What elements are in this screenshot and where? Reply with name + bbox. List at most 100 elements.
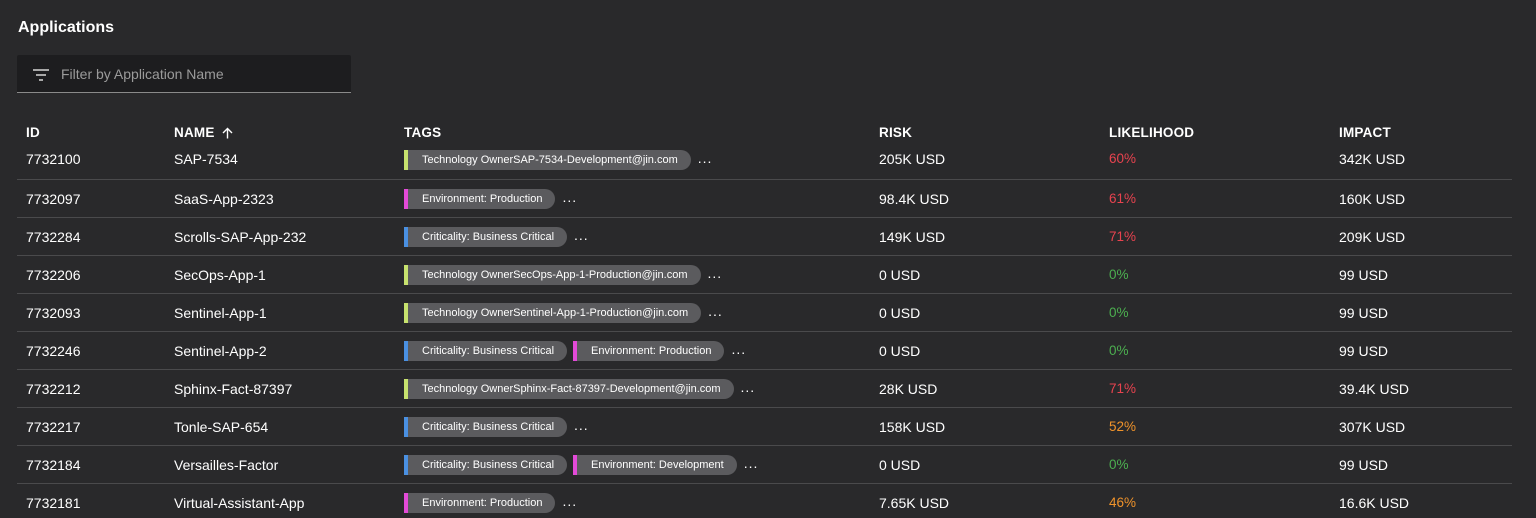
cell-likelihood: 0% bbox=[1109, 457, 1129, 472]
column-header-label: LIKELIHOOD bbox=[1109, 125, 1195, 140]
cell-impact: 307K USD bbox=[1339, 419, 1406, 435]
cell-name: Virtual-Assistant-App bbox=[174, 495, 305, 511]
more-tags-indicator[interactable]: ... bbox=[698, 151, 713, 165]
table-row[interactable]: 7732181 Virtual-Assistant-App Environment:… bbox=[17, 484, 1512, 518]
filter-input[interactable] bbox=[61, 55, 341, 93]
applications-table: ID NAME TAGS RISK LIKELIHOOD IMPACT 7732… bbox=[17, 122, 1512, 518]
tag-chip[interactable]: Environment: Development bbox=[573, 455, 737, 475]
tag-color-bar bbox=[404, 303, 408, 323]
filter-icon bbox=[33, 69, 49, 81]
cell-tags: Technology OwnerSecOps-App-1-Production@… bbox=[404, 265, 722, 285]
cell-tags: Technology OwnerSAP-7534-Development@jin… bbox=[404, 150, 712, 170]
tag-label: Technology OwnerSentinel-App-1-Productio… bbox=[422, 307, 689, 319]
cell-id: 7732284 bbox=[26, 229, 81, 245]
more-tags-indicator[interactable]: ... bbox=[562, 190, 577, 204]
tag-color-bar bbox=[404, 493, 408, 513]
table-row[interactable]: 7732100 SAP-7534 Technology OwnerSAP-7534-… bbox=[17, 141, 1512, 180]
more-tags-indicator[interactable]: ... bbox=[574, 228, 589, 242]
tag-chip[interactable]: Technology OwnerSentinel-App-1-Productio… bbox=[404, 303, 702, 323]
tag-label: Criticality: Business Critical bbox=[422, 459, 555, 471]
more-tags-indicator[interactable]: ... bbox=[744, 456, 759, 470]
tag-label: Criticality: Business Critical bbox=[422, 421, 555, 433]
table-row[interactable]: 7732097 SaaS-App-2323 Environment: Product… bbox=[17, 180, 1512, 218]
tag-chip[interactable]: Technology OwnerSecOps-App-1-Production@… bbox=[404, 265, 701, 285]
filter-field[interactable] bbox=[17, 55, 351, 93]
cell-likelihood: 46% bbox=[1109, 495, 1137, 510]
table-row[interactable]: 7732284 Scrolls-SAP-App-232 Criticality: B… bbox=[17, 218, 1512, 256]
column-header-likelihood[interactable]: LIKELIHOOD bbox=[1109, 125, 1194, 140]
column-header-label: TAGS bbox=[404, 125, 442, 140]
tag-label: Criticality: Business Critical bbox=[422, 345, 555, 357]
cell-name: SaaS-App-2323 bbox=[174, 191, 274, 207]
more-tags-indicator[interactable]: ... bbox=[708, 266, 723, 280]
tag-chip[interactable]: Environment: Production bbox=[573, 341, 725, 361]
cell-likelihood: 60% bbox=[1109, 151, 1137, 166]
cell-impact: 342K USD bbox=[1339, 151, 1406, 167]
tag-chip[interactable]: Technology OwnerSphinx-Fact-87397-Develo… bbox=[404, 379, 734, 399]
cell-id: 7732100 bbox=[26, 151, 81, 167]
cell-tags: Environment: Production... bbox=[404, 189, 577, 209]
table-row[interactable]: 7732184 Versailles-Factor Criticality: Bus… bbox=[17, 446, 1512, 484]
cell-risk: 0 USD bbox=[879, 343, 921, 359]
table-row[interactable]: 7732206 SecOps-App-1 Technology OwnerSecOp… bbox=[17, 256, 1512, 294]
tag-chip[interactable]: Criticality: Business Critical bbox=[404, 341, 568, 361]
cell-name: Sentinel-App-2 bbox=[174, 343, 267, 359]
cell-tags: Technology OwnerSentinel-App-1-Productio… bbox=[404, 303, 723, 323]
tag-color-bar bbox=[404, 417, 408, 437]
column-header-tags[interactable]: TAGS bbox=[404, 125, 441, 140]
tag-label: Environment: Production bbox=[591, 345, 712, 357]
cell-id: 7732181 bbox=[26, 495, 81, 511]
tag-label: Criticality: Business Critical bbox=[422, 231, 555, 243]
arrow-up-icon bbox=[222, 127, 233, 138]
cell-impact: 99 USD bbox=[1339, 343, 1389, 359]
tag-chip[interactable]: Criticality: Business Critical bbox=[404, 455, 568, 475]
cell-id: 7732217 bbox=[26, 419, 81, 435]
tag-color-bar bbox=[573, 341, 578, 361]
more-tags-indicator[interactable]: ... bbox=[708, 304, 723, 318]
tag-color-bar bbox=[404, 189, 408, 209]
more-tags-indicator[interactable]: ... bbox=[731, 342, 746, 356]
more-tags-indicator[interactable]: ... bbox=[562, 494, 577, 508]
cell-likelihood: 61% bbox=[1109, 191, 1137, 206]
cell-risk: 0 USD bbox=[879, 267, 921, 283]
cell-risk: 0 USD bbox=[879, 305, 921, 321]
cell-id: 7732093 bbox=[26, 305, 81, 321]
table-header: ID NAME TAGS RISK LIKELIHOOD IMPACT bbox=[17, 122, 1512, 143]
column-header-name[interactable]: NAME bbox=[174, 125, 233, 140]
table-row[interactable]: 7732246 Sentinel-App-2 Criticality: Busine… bbox=[17, 332, 1512, 370]
tag-chip[interactable]: Criticality: Business Critical bbox=[404, 417, 568, 437]
cell-name: Sentinel-App-1 bbox=[174, 305, 267, 321]
cell-likelihood: 0% bbox=[1109, 305, 1129, 320]
column-header-id[interactable]: ID bbox=[26, 125, 40, 140]
column-header-label: ID bbox=[26, 125, 40, 140]
tag-color-bar bbox=[404, 455, 408, 475]
cell-tags: Criticality: Business Critical Environmen… bbox=[404, 455, 758, 475]
tag-chip[interactable]: Criticality: Business Critical bbox=[404, 227, 568, 247]
more-tags-indicator[interactable]: ... bbox=[741, 380, 756, 394]
column-header-impact[interactable]: IMPACT bbox=[1339, 125, 1391, 140]
table-body: 7732100 SAP-7534 Technology OwnerSAP-7534-… bbox=[17, 141, 1512, 518]
more-tags-indicator[interactable]: ... bbox=[574, 418, 589, 432]
cell-id: 7732212 bbox=[26, 381, 81, 397]
cell-risk: 28K USD bbox=[879, 381, 938, 397]
table-row[interactable]: 7732093 Sentinel-App-1 Technology OwnerSen… bbox=[17, 294, 1512, 332]
cell-risk: 205K USD bbox=[879, 151, 946, 167]
cell-impact: 16.6K USD bbox=[1339, 495, 1410, 511]
tag-label: Technology OwnerSAP-7534-Development@jin… bbox=[422, 154, 678, 166]
cell-impact: 209K USD bbox=[1339, 229, 1406, 245]
table-row[interactable]: 7732212 Sphinx-Fact-87397 Technology Owner… bbox=[17, 370, 1512, 408]
cell-risk: 158K USD bbox=[879, 419, 946, 435]
tag-label: Technology OwnerSecOps-App-1-Production@… bbox=[422, 269, 688, 281]
tag-color-bar bbox=[404, 379, 408, 399]
cell-impact: 160K USD bbox=[1339, 191, 1406, 207]
table-row[interactable]: 7732217 Tonle-SAP-654 Criticality: Busines… bbox=[17, 408, 1512, 446]
cell-name: SecOps-App-1 bbox=[174, 267, 266, 283]
tag-chip[interactable]: Environment: Production bbox=[404, 189, 556, 209]
cell-likelihood: 71% bbox=[1109, 229, 1137, 244]
cell-tags: Criticality: Business Critical Environmen… bbox=[404, 341, 746, 361]
cell-risk: 0 USD bbox=[879, 457, 921, 473]
tag-chip[interactable]: Environment: Production bbox=[404, 493, 556, 513]
tag-chip[interactable]: Technology OwnerSAP-7534-Development@jin… bbox=[404, 150, 691, 170]
cell-tags: Environment: Production... bbox=[404, 493, 577, 513]
column-header-risk[interactable]: RISK bbox=[879, 125, 912, 140]
